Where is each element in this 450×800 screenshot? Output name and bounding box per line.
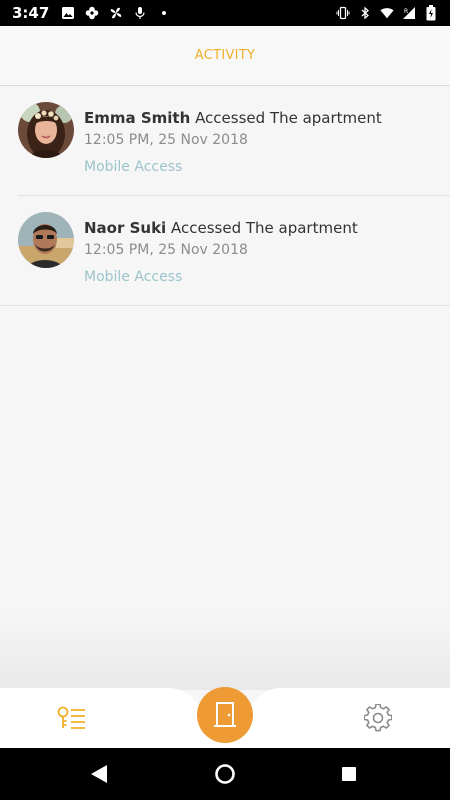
access-method: Mobile Access	[84, 269, 183, 285]
svg-text:R: R	[404, 8, 408, 15]
activity-tab-button[interactable]	[50, 702, 94, 734]
settings-tab-button[interactable]	[356, 700, 400, 736]
activity-text: Naor Suki Accessed The apartment 12:05 P…	[84, 219, 442, 285]
activity-action: Accessed The apartment	[170, 219, 358, 237]
home-circle-icon	[215, 764, 235, 784]
activity-time: 12:05 PM, 25 Nov 2018	[84, 242, 248, 258]
activity-line: Emma Smith Accessed The apartment	[84, 109, 442, 127]
door-button[interactable]	[197, 687, 253, 743]
dot-icon	[157, 6, 171, 20]
access-method: Mobile Access	[84, 159, 183, 175]
activity-text: Emma Smith Accessed The apartment 12:05 …	[84, 109, 442, 175]
user-name: Emma Smith	[84, 109, 191, 127]
avatar	[18, 212, 74, 268]
activity-action: Accessed The apartment	[195, 109, 382, 127]
microphone-icon	[133, 6, 147, 20]
image-icon	[61, 6, 75, 20]
battery-icon	[424, 5, 438, 21]
avatar	[18, 102, 74, 158]
recents-button[interactable]	[337, 762, 361, 786]
activity-line: Naor Suki Accessed The apartment	[84, 219, 442, 237]
activity-list: Emma Smith Accessed The apartment 12:05 …	[0, 86, 450, 306]
bottom-fade	[0, 610, 450, 690]
flower-icon	[85, 6, 99, 20]
wifi-icon	[380, 6, 394, 20]
page-title: ACTIVITY	[194, 48, 256, 63]
status-bar: 3:47 R	[0, 0, 450, 26]
fan-icon	[109, 6, 123, 20]
door-icon	[214, 702, 236, 727]
home-button[interactable]	[213, 762, 237, 786]
header: ACTIVITY	[0, 26, 450, 86]
back-triangle-icon	[91, 765, 107, 783]
user-name: Naor Suki	[84, 219, 167, 237]
list-item[interactable]: Emma Smith Accessed The apartment 12:05 …	[18, 86, 450, 196]
bottom-nav	[0, 687, 450, 748]
bluetooth-icon	[358, 6, 372, 20]
android-nav-bar	[0, 748, 450, 800]
gear-icon	[364, 704, 392, 732]
list-item[interactable]: Naor Suki Accessed The apartment 12:05 P…	[0, 196, 450, 306]
activity-key-icon	[57, 706, 85, 729]
signal-icon: R	[402, 6, 416, 20]
status-right-icons: R	[336, 5, 438, 21]
status-time: 3:47	[12, 4, 50, 22]
status-left-icons	[61, 6, 171, 20]
back-button[interactable]	[87, 762, 111, 786]
recents-square-icon	[342, 767, 356, 781]
activity-time: 12:05 PM, 25 Nov 2018	[84, 132, 248, 148]
vibrate-icon	[336, 6, 350, 20]
